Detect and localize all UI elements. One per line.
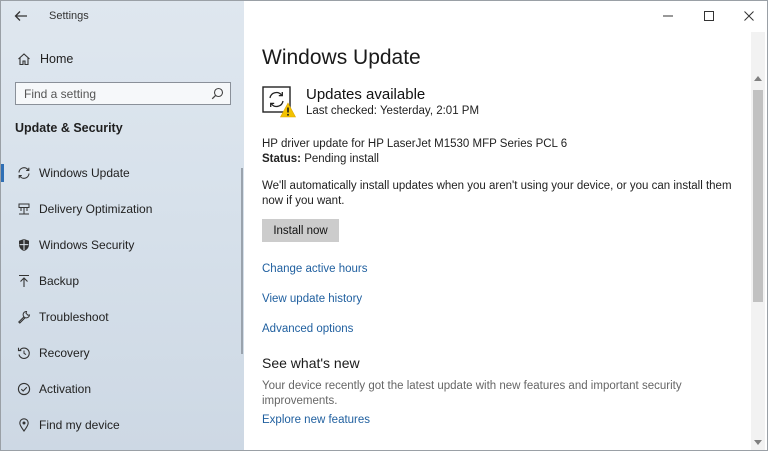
settings-window: Settings Home Update & Security [0,0,768,451]
main-scrollbar[interactable] [751,32,765,451]
change-active-hours-link[interactable]: Change active hours [262,263,367,275]
scroll-up-icon[interactable] [754,76,762,81]
app-title: Settings [49,10,89,22]
page-title: Windows Update [262,46,421,69]
shield-icon [14,238,34,252]
sidebar-item-recovery[interactable]: Recovery [0,338,244,368]
find-device-icon [14,418,34,432]
sidebar-item-label: Recovery [39,346,90,360]
last-checked-text: Last checked: Yesterday, 2:01 PM [306,105,480,117]
search-icon[interactable] [211,87,224,105]
sidebar-item-label: Windows Security [39,238,135,252]
update-name: HP driver update for HP LaserJet M1530 M… [262,138,568,150]
sidebar-item-label: Find my device [39,418,120,432]
close-button[interactable] [735,6,763,26]
sidebar-item-activation[interactable]: Activation [0,374,244,404]
sidebar-scrollbar[interactable] [241,168,243,354]
sidebar-item-windows-security[interactable]: Windows Security [0,230,244,260]
updates-available-title: Updates available [306,86,426,103]
update-warning-icon [262,86,297,118]
minimize-icon [663,15,673,17]
home-icon [14,52,34,66]
sidebar-item-label: Troubleshoot [39,310,109,324]
back-button[interactable] [10,6,32,26]
title-bar: Settings [0,0,244,32]
sidebar-item-label: Delivery Optimization [39,202,153,216]
maximize-button[interactable] [695,6,723,26]
search-input[interactable] [16,83,212,104]
status-value: Pending install [304,153,379,165]
check-circle-icon [14,382,34,396]
section-title: Update & Security [15,121,123,135]
recovery-icon [14,346,34,360]
whats-new-text: Your device recently got the latest upda… [262,380,682,407]
sidebar: Settings Home Update & Security [0,0,244,451]
scroll-thumb[interactable] [753,90,763,302]
install-now-button[interactable]: Install now [262,219,339,242]
explore-new-features-link[interactable]: Explore new features [262,414,370,426]
home-link[interactable]: Home [0,46,244,72]
status-key: Status: [262,153,301,165]
sidebar-item-windows-update[interactable]: Windows Update [0,158,244,188]
wrench-icon [14,310,34,324]
auto-install-text: We'll automatically install updates when… [262,180,732,207]
whats-new-title: See what's new [262,355,360,371]
back-arrow-icon [14,11,27,21]
view-update-history-link[interactable]: View update history [262,293,362,305]
sidebar-item-troubleshoot[interactable]: Troubleshoot [0,302,244,332]
delivery-optimization-icon [14,202,34,216]
sidebar-item-find-my-device[interactable]: Find my device [0,410,244,440]
search-box[interactable] [15,82,231,105]
maximize-icon [704,11,714,21]
advanced-options-link[interactable]: Advanced options [262,323,353,335]
sidebar-item-delivery-optimization[interactable]: Delivery Optimization [0,194,244,224]
scroll-down-icon[interactable] [754,440,762,445]
home-label: Home [40,52,74,66]
close-icon [744,11,754,21]
sync-icon [14,166,34,180]
sidebar-item-label: Activation [39,382,92,396]
sidebar-item-backup[interactable]: Backup [0,266,244,296]
backup-arrow-icon [14,274,34,288]
update-status: Status: Pending install [262,153,379,165]
minimize-button[interactable] [654,6,682,26]
caption-buttons [648,0,768,32]
main-content: Windows Update Updates available Last ch… [244,0,768,451]
sidebar-item-label: Backup [39,274,80,288]
sidebar-item-label: Windows Update [39,166,130,180]
